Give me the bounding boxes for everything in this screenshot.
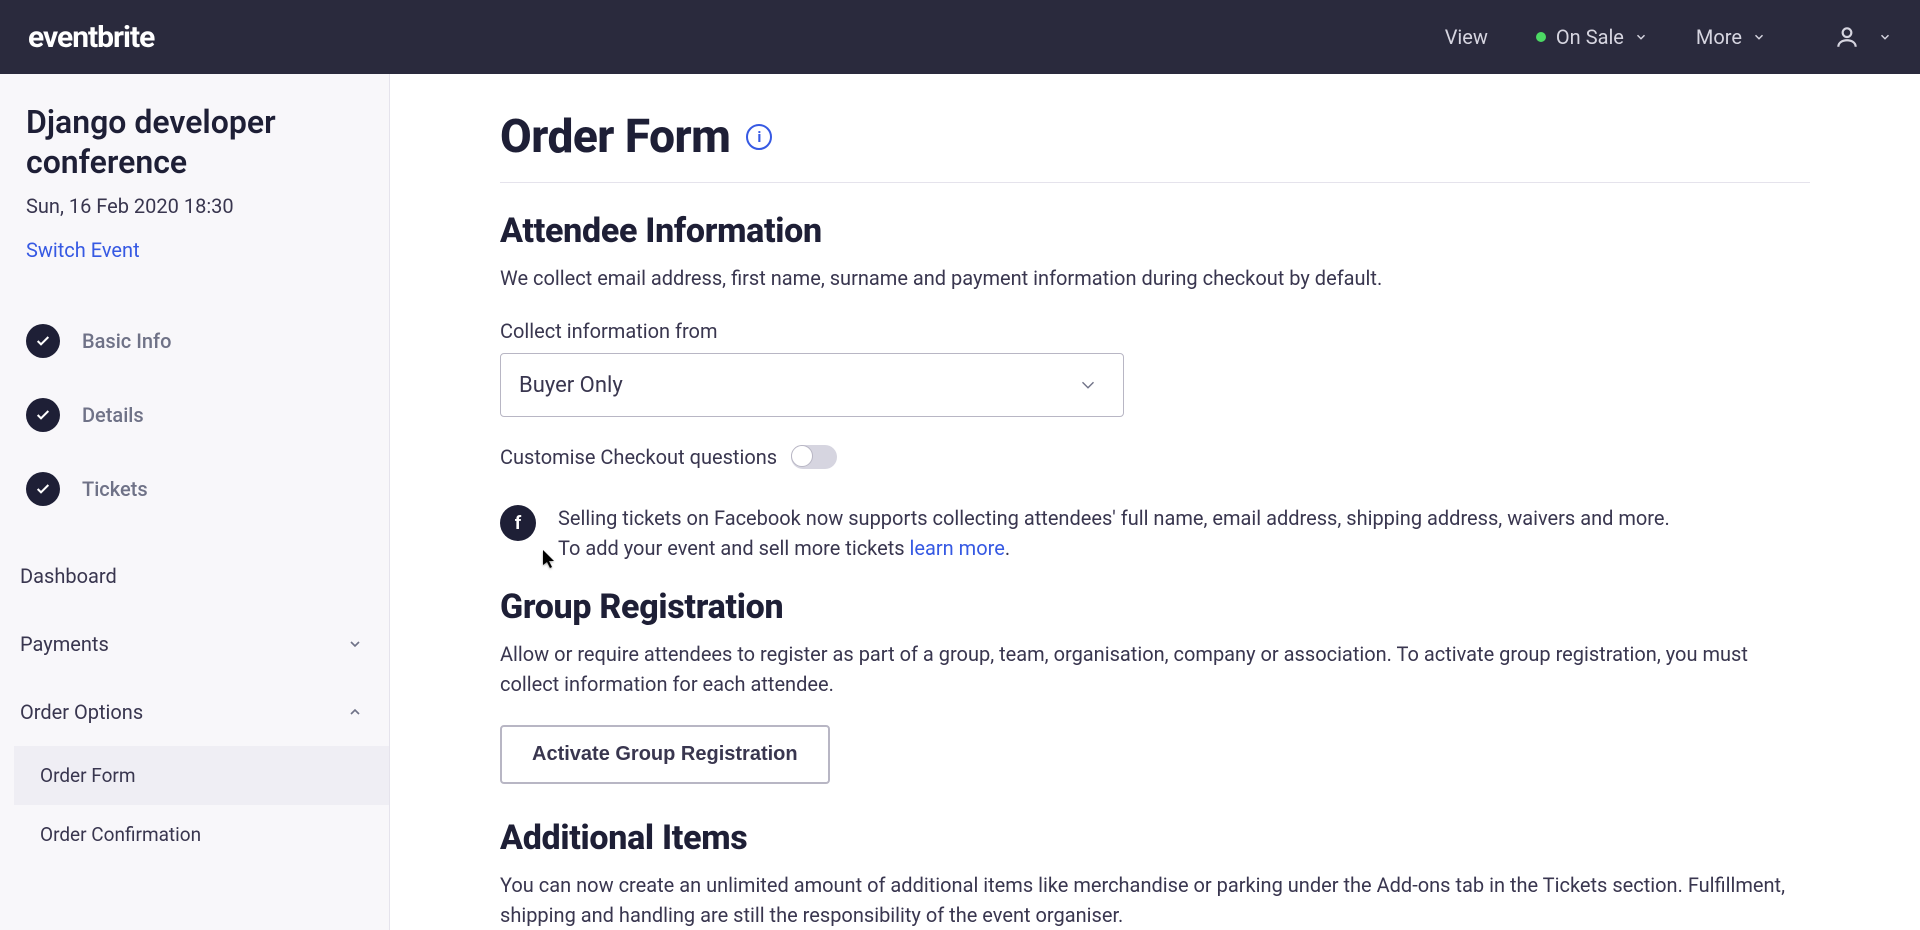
more-label: More <box>1696 25 1742 49</box>
facebook-text: Selling tickets on Facebook now supports… <box>558 503 1670 563</box>
sub-nav-order-confirmation[interactable]: Order Confirmation <box>14 805 389 864</box>
select-value: Buyer Only <box>519 373 623 398</box>
group-desc: Allow or require attendees to register a… <box>500 639 1810 699</box>
customise-label: Customise Checkout questions <box>500 445 777 469</box>
event-date: Sun, 16 Feb 2020 18:30 <box>26 194 363 218</box>
nav-label: Payments <box>20 632 109 656</box>
sub-nav-order-form[interactable]: Order Form <box>14 746 389 805</box>
steps-list: Basic Info Details Tickets <box>0 304 389 526</box>
sub-nav: Order Form Order Confirmation <box>0 746 389 864</box>
step-details[interactable]: Details <box>8 378 381 452</box>
learn-more-link[interactable]: learn more <box>910 536 1005 560</box>
step-circle-icon <box>26 472 60 506</box>
chevron-down-icon <box>1634 30 1648 44</box>
nav-dashboard[interactable]: Dashboard <box>0 542 389 610</box>
event-header: Django developer conference Sun, 16 Feb … <box>0 102 389 262</box>
main-content: Order Form i Attendee Information We col… <box>390 74 1920 930</box>
sidebar: Django developer conference Sun, 16 Feb … <box>0 74 390 930</box>
fb-line1: Selling tickets on Facebook now supports… <box>558 506 1670 530</box>
attendee-section-title: Attendee Information <box>500 211 1810 251</box>
collect-from-select[interactable]: Buyer Only <box>500 353 1124 417</box>
view-menu[interactable]: View <box>1445 25 1488 49</box>
user-menu[interactable] <box>1834 24 1892 50</box>
event-title: Django developer conference <box>26 102 363 182</box>
user-icon <box>1834 24 1860 50</box>
page-title-row: Order Form i <box>500 110 1810 183</box>
collect-from-label: Collect information from <box>500 319 1810 343</box>
nav-label: Order Options <box>20 700 143 724</box>
topnav-right: View On Sale More <box>1445 24 1892 50</box>
step-label: Basic Info <box>82 329 171 353</box>
chevron-up-icon <box>347 704 363 720</box>
attendee-desc: We collect email address, first name, su… <box>500 263 1810 293</box>
top-navbar: eventbrite View On Sale More <box>0 0 1920 74</box>
chevron-down-icon <box>1752 30 1766 44</box>
additional-desc: You can now create an unlimited amount o… <box>500 870 1810 930</box>
facebook-icon: f <box>500 505 536 541</box>
group-section-title: Group Registration <box>500 587 1810 627</box>
nav-order-options[interactable]: Order Options <box>0 678 389 746</box>
check-icon <box>35 481 51 497</box>
chevron-down-icon <box>1077 374 1099 396</box>
onsale-menu[interactable]: On Sale <box>1536 25 1648 49</box>
fb-line2a: To add your event and sell more tickets <box>558 536 910 560</box>
check-icon <box>35 407 51 423</box>
toggle-knob <box>791 445 813 467</box>
page-title: Order Form <box>500 110 730 164</box>
more-menu[interactable]: More <box>1696 25 1766 49</box>
step-circle-icon <box>26 324 60 358</box>
step-circle-icon <box>26 398 60 432</box>
fb-line2b: . <box>1005 536 1010 560</box>
customise-toggle-row: Customise Checkout questions <box>500 445 1810 469</box>
customise-toggle[interactable] <box>791 445 837 469</box>
step-label: Details <box>82 403 144 427</box>
status-dot-icon <box>1536 32 1546 42</box>
info-icon[interactable]: i <box>746 124 772 150</box>
chevron-down-icon <box>1878 30 1892 44</box>
nav-section: Dashboard Payments Order Options Order F… <box>0 542 389 864</box>
switch-event-link[interactable]: Switch Event <box>26 238 363 262</box>
nav-payments[interactable]: Payments <box>0 610 389 678</box>
facebook-info-banner: f Selling tickets on Facebook now suppor… <box>500 503 1810 563</box>
onsale-label: On Sale <box>1556 25 1624 49</box>
nav-label: Dashboard <box>20 564 117 588</box>
view-label: View <box>1445 25 1488 49</box>
step-basic-info[interactable]: Basic Info <box>8 304 381 378</box>
activate-group-button[interactable]: Activate Group Registration <box>500 725 830 784</box>
topnav-left: eventbrite <box>28 20 154 55</box>
chevron-down-icon <box>347 636 363 652</box>
step-tickets[interactable]: Tickets <box>8 452 381 526</box>
step-label: Tickets <box>82 477 148 501</box>
check-icon <box>35 333 51 349</box>
additional-section-title: Additional Items <box>500 818 1810 858</box>
logo[interactable]: eventbrite <box>28 20 154 55</box>
